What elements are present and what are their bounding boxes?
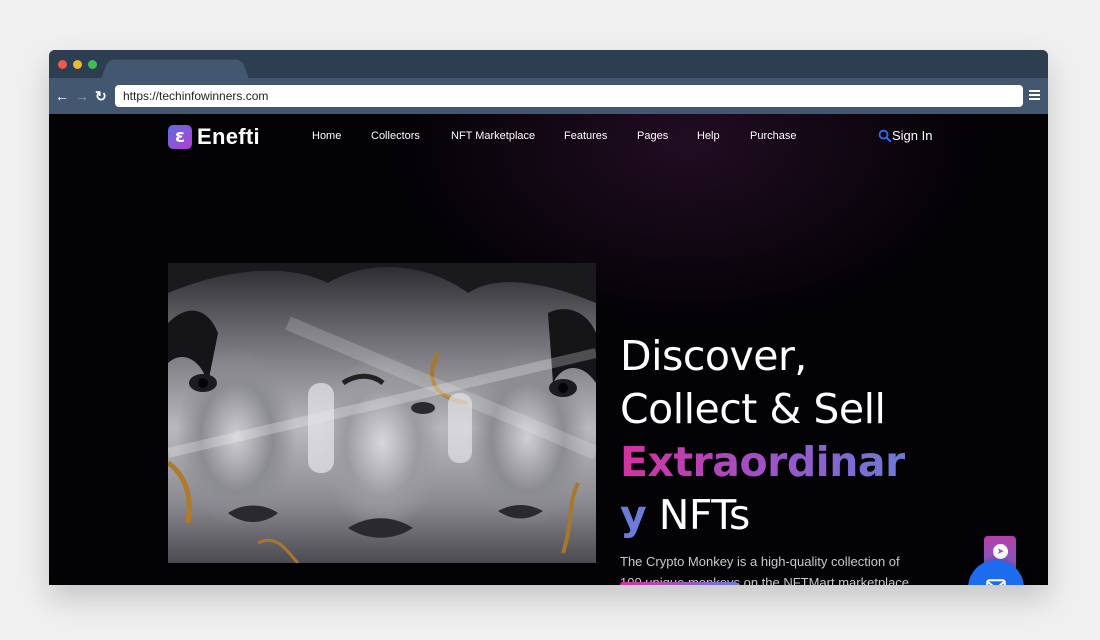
logo-mark-icon: ε bbox=[168, 125, 192, 149]
headline-line-1: Discover, bbox=[620, 332, 807, 380]
nav-pages[interactable]: Pages bbox=[637, 130, 668, 142]
telegram-icon: ➤ bbox=[993, 544, 1008, 559]
url-bar[interactable]: https://techinfowinners.com bbox=[115, 85, 1023, 107]
nav-collectors[interactable]: Collectors bbox=[371, 130, 420, 142]
site-logo[interactable]: ε Enefti bbox=[168, 124, 260, 150]
hero-headline: Discover, Collect & Sell Extraordinar y … bbox=[620, 330, 940, 542]
hero-description: The Crypto Monkey is a high-quality coll… bbox=[620, 554, 913, 585]
browser-window: ← → ↻ https://techinfowinners.com ε Enef… bbox=[49, 50, 1048, 585]
nav-nft-marketplace[interactable]: NFT Marketplace bbox=[451, 130, 535, 142]
browser-tab-bar bbox=[49, 50, 1048, 79]
close-window-button[interactable] bbox=[58, 60, 67, 69]
headline-gradient-tail: y bbox=[620, 491, 647, 539]
web-page: ε Enefti Home Collectors NFT Marketplace… bbox=[49, 114, 1048, 585]
signin-area: Sign In bbox=[878, 128, 932, 143]
hero-cta-button[interactable] bbox=[620, 582, 738, 585]
signin-link[interactable]: Sign In bbox=[892, 128, 932, 143]
nav-purchase[interactable]: Purchase bbox=[750, 130, 796, 142]
minimize-window-button[interactable] bbox=[73, 60, 82, 69]
mural-artwork bbox=[168, 263, 596, 563]
headline-line-4: NFTs bbox=[646, 491, 751, 539]
forward-arrow-icon[interactable]: → bbox=[75, 87, 89, 105]
hero-image bbox=[168, 263, 596, 563]
nav-help[interactable]: Help bbox=[697, 130, 720, 142]
back-arrow-icon[interactable]: ← bbox=[55, 87, 69, 105]
headline-gradient-word: Extraordinar bbox=[620, 438, 905, 486]
browser-tab[interactable] bbox=[101, 59, 249, 79]
headline-line-2: Collect & Sell bbox=[620, 385, 886, 433]
nav-home[interactable]: Home bbox=[312, 130, 341, 142]
search-icon[interactable] bbox=[878, 129, 891, 142]
browser-toolbar: ← → ↻ https://techinfowinners.com bbox=[49, 78, 1048, 114]
maximize-window-button[interactable] bbox=[88, 60, 97, 69]
envelope-icon bbox=[986, 579, 1006, 585]
reload-icon[interactable]: ↻ bbox=[95, 87, 107, 105]
logo-text: Enefti bbox=[197, 124, 260, 149]
nav-features[interactable]: Features bbox=[564, 130, 607, 142]
hamburger-menu-icon[interactable] bbox=[1029, 90, 1040, 100]
